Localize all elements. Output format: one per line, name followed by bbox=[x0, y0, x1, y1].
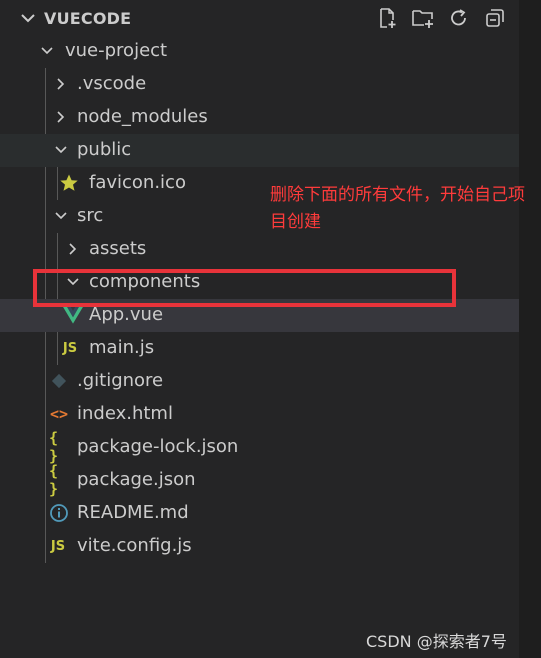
tree-item-node-modules[interactable]: node_modules bbox=[0, 101, 519, 134]
annotation-highlight-box bbox=[33, 269, 456, 307]
new-folder-icon[interactable] bbox=[410, 6, 436, 30]
star-icon bbox=[59, 173, 79, 193]
tree-item-label: package-lock.json bbox=[77, 436, 239, 457]
javascript-file-icon: JS bbox=[50, 538, 66, 554]
chevron-down-icon bbox=[55, 146, 67, 154]
tree-item-assets[interactable]: assets bbox=[0, 233, 519, 266]
editor-edge bbox=[519, 0, 541, 658]
tree-item-label: .gitignore bbox=[77, 370, 164, 391]
tree-item-label: vite.config.js bbox=[77, 535, 192, 556]
html-file-icon: <> bbox=[49, 405, 69, 423]
refresh-icon[interactable] bbox=[446, 6, 472, 30]
tree-item-label: index.html bbox=[77, 403, 173, 424]
chevron-down-icon bbox=[55, 212, 67, 220]
tree-item-label: README.md bbox=[77, 502, 189, 523]
tree-item-gitignore[interactable]: .gitignore bbox=[0, 365, 519, 398]
chevron-right-icon bbox=[57, 111, 65, 123]
tree-item-label: App.vue bbox=[89, 304, 164, 325]
chevron-down-icon bbox=[41, 47, 53, 55]
chevron-down-icon[interactable] bbox=[18, 8, 38, 28]
tree-item-package-lock[interactable]: { } package-lock.json bbox=[0, 429, 519, 465]
tree-item-vue-project[interactable]: vue-project bbox=[0, 35, 519, 68]
json-file-icon: { } bbox=[49, 462, 59, 498]
explorer-panel: VUECODE vue-project .vscode node_modules… bbox=[0, 0, 519, 658]
tree-item-vscode[interactable]: .vscode bbox=[0, 68, 519, 101]
tree-item-label: node_modules bbox=[77, 106, 208, 127]
tree-item-vite-config[interactable]: JS vite.config.js bbox=[0, 530, 519, 563]
tree-item-readme[interactable]: README.md bbox=[0, 497, 519, 530]
annotation-text: 删除下面的所有文件，开始自己项目创建 bbox=[270, 185, 525, 232]
tree-item-label: .vscode bbox=[77, 73, 147, 94]
tree-item-public[interactable]: public bbox=[0, 134, 519, 167]
git-icon bbox=[49, 371, 69, 391]
tree-item-label: public bbox=[77, 139, 132, 160]
chevron-right-icon bbox=[69, 243, 77, 255]
tree-item-label: src bbox=[77, 205, 104, 226]
javascript-file-icon: JS bbox=[62, 340, 78, 356]
tree-item-label: vue-project bbox=[65, 40, 168, 61]
tree-item-label: assets bbox=[89, 238, 147, 259]
tree-item-index-html[interactable]: <> index.html bbox=[0, 398, 519, 431]
chevron-right-icon bbox=[57, 78, 65, 90]
vue-icon bbox=[63, 305, 83, 325]
collapse-all-icon[interactable] bbox=[482, 6, 508, 30]
watermark: CSDN @探索者7号 bbox=[366, 632, 507, 651]
tree-item-label: favicon.ico bbox=[89, 172, 186, 193]
explorer-header[interactable]: VUECODE bbox=[0, 0, 519, 36]
info-icon bbox=[49, 503, 69, 523]
tree-item-label: package.json bbox=[77, 469, 196, 490]
tree-item-label: main.js bbox=[89, 337, 155, 358]
tree-item-main-js[interactable]: JS main.js bbox=[0, 332, 519, 365]
json-file-icon: { } bbox=[49, 429, 59, 465]
new-file-icon[interactable] bbox=[374, 6, 400, 30]
workspace-title: VUECODE bbox=[44, 9, 132, 28]
tree-item-package-json[interactable]: { } package.json bbox=[0, 462, 519, 498]
explorer-actions bbox=[374, 6, 508, 30]
